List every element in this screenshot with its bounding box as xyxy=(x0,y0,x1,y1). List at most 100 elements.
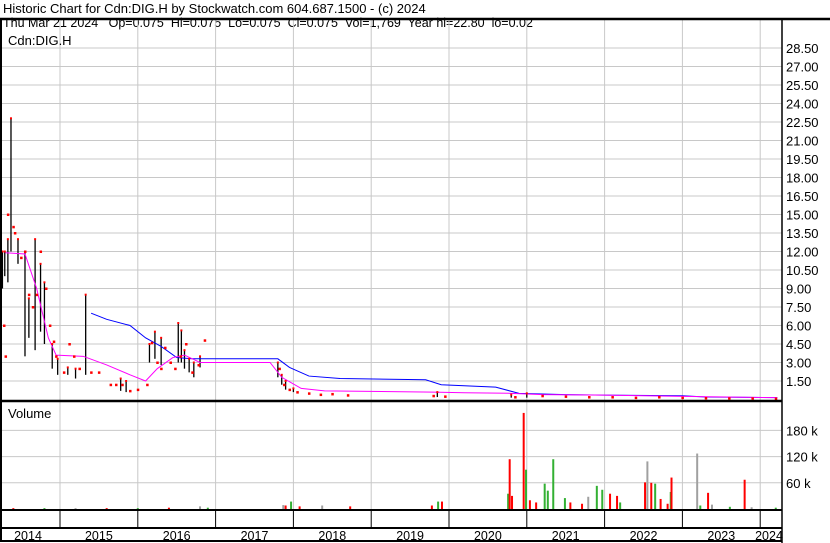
volume-bar xyxy=(563,498,566,509)
price-tick-label: 12.00 xyxy=(786,245,819,260)
year-label: 2018 xyxy=(318,529,346,543)
price-dot xyxy=(48,324,52,328)
volume-tick-label: 120 k xyxy=(786,450,818,465)
price-tick-label: 7.50 xyxy=(786,300,811,315)
price-dot xyxy=(20,256,23,260)
price-dot xyxy=(188,357,191,360)
price-dot xyxy=(280,373,283,376)
price-dot xyxy=(9,117,12,120)
price-dot xyxy=(39,250,43,254)
volume-bar xyxy=(619,502,622,509)
volume-bar xyxy=(707,492,710,509)
volume-bar xyxy=(430,505,433,509)
price-dot xyxy=(191,371,194,374)
price-dot xyxy=(183,349,186,352)
price-dot xyxy=(292,387,295,390)
volume-bar xyxy=(440,501,443,509)
volume-bar xyxy=(728,506,731,509)
year-label: 2019 xyxy=(396,529,424,543)
price-dot xyxy=(62,371,66,374)
price-dot xyxy=(109,383,113,387)
price-dot xyxy=(751,397,754,400)
volume-tick-label: 60 k xyxy=(786,476,811,491)
price-dot xyxy=(66,366,69,369)
price-dot xyxy=(51,343,54,346)
price-dot xyxy=(16,238,19,241)
price-dot xyxy=(525,392,528,395)
volume-bar xyxy=(543,483,546,509)
price-dots xyxy=(1,117,778,401)
year-label: 2017 xyxy=(241,529,269,543)
volume-bar xyxy=(525,469,528,509)
price-dot xyxy=(146,383,149,387)
year-label: 2020 xyxy=(474,529,502,543)
price-dot xyxy=(160,367,163,371)
price-dot xyxy=(56,357,59,360)
volume-bar xyxy=(601,489,604,509)
price-dot xyxy=(203,339,207,342)
volume-bar xyxy=(587,496,590,509)
price-dot xyxy=(73,355,76,358)
volume-bar xyxy=(546,490,549,509)
price-dot xyxy=(283,383,286,387)
volume-bar xyxy=(136,508,139,509)
volume-bar xyxy=(199,506,202,509)
volume-bar xyxy=(569,502,572,509)
price-dot xyxy=(177,322,180,325)
price-tick-label: 3.00 xyxy=(786,356,811,371)
price-dot xyxy=(43,281,46,284)
price-dot xyxy=(284,380,287,383)
price-tick-label: 9.00 xyxy=(786,282,811,297)
volume-bar xyxy=(774,507,777,509)
price-dot xyxy=(6,238,9,241)
volume-bar xyxy=(511,495,514,509)
volume-bar xyxy=(321,505,324,509)
price-dot xyxy=(276,361,279,364)
price-dot xyxy=(611,396,614,399)
symbol-label: Cdn:DIG.H xyxy=(8,33,72,48)
price-tick-label: 4.50 xyxy=(786,337,811,352)
price-dot xyxy=(436,391,439,394)
volume-bar xyxy=(710,504,713,509)
volume-bar xyxy=(552,459,555,509)
volume-bar xyxy=(528,500,531,509)
price-dot xyxy=(174,367,177,371)
price-tick-label: 6.00 xyxy=(786,319,811,334)
price-dot xyxy=(728,397,731,400)
price-dot xyxy=(634,396,638,400)
price-dot xyxy=(4,355,8,358)
volume-bar xyxy=(43,508,46,509)
price-dot xyxy=(6,213,10,217)
price-dot xyxy=(78,367,81,371)
price-tick-label: 19.50 xyxy=(786,152,819,167)
price-dot xyxy=(307,392,311,395)
volume-bar xyxy=(666,503,669,509)
price-tick-label: 24.00 xyxy=(786,97,819,112)
price-tick-label: 28.50 xyxy=(786,41,819,56)
price-dot xyxy=(588,396,591,399)
price-dot xyxy=(658,396,661,399)
price-dot xyxy=(160,336,163,339)
volume-bar xyxy=(206,507,209,509)
price-dot xyxy=(121,383,124,387)
volume-bar xyxy=(105,508,108,509)
price-dot xyxy=(34,238,37,241)
volume-bar xyxy=(743,479,746,509)
volume-bar xyxy=(595,485,598,509)
price-volume-chart[interactable]: Cdn:DIG.H Volume 1.50 3.00 4.50 6.00 7.50 9.0… xyxy=(0,0,830,543)
price-dot xyxy=(74,367,77,370)
year-label: 2016 xyxy=(163,529,191,543)
price-dot xyxy=(3,250,6,253)
volume-bar xyxy=(616,495,619,509)
price-tick-label: 16.50 xyxy=(786,189,819,204)
price-dot xyxy=(278,367,281,371)
price-dot xyxy=(510,393,513,396)
year-label: 2024 xyxy=(755,529,783,543)
year-label: 2022 xyxy=(630,529,658,543)
price-dot xyxy=(84,293,87,296)
price-dot xyxy=(185,343,188,346)
price-dot xyxy=(169,361,172,365)
price-dot xyxy=(153,330,156,333)
price-tick-label: 1.50 xyxy=(786,374,811,389)
volume-bar xyxy=(522,412,525,509)
